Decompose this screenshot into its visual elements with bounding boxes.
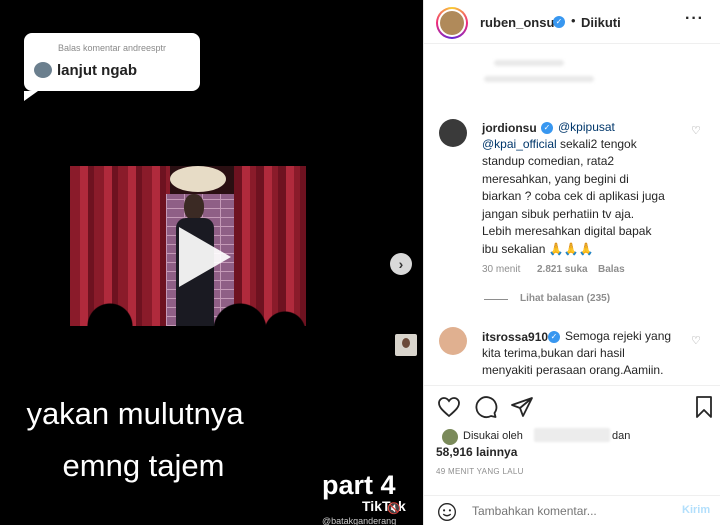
comment-line: biarkan ? coba cek di aplikasi juga [482, 189, 665, 203]
comment-line: jangan sibuk perhatiin tv aja. [482, 207, 635, 221]
liked-by-prefix: Disukai oleh [463, 430, 523, 442]
likes-count[interactable]: 58,916 lainnya [436, 445, 517, 459]
emoji-icon[interactable] [437, 502, 457, 522]
like-comment-heart-icon[interactable]: ♡ [691, 334, 701, 347]
comment-line: @kpai_official sekali2 tengok [482, 136, 637, 154]
heart-icon[interactable] [437, 395, 461, 419]
author-avatar[interactable] [436, 7, 468, 39]
post-header: ruben_onsu ✓ • Diikuti ··· [424, 0, 720, 44]
like-comment-heart-icon[interactable]: ♡ [691, 124, 701, 137]
post-timestamp[interactable]: 49 MENIT YANG LALU [436, 467, 524, 476]
post-actions-bar [424, 385, 720, 429]
comment-mention[interactable]: @kpai_official [482, 137, 557, 151]
post-panel: ruben_onsu ✓ • Diikuti ··· jordionsu ✓ @… [423, 0, 720, 525]
comment-time: 30 menit [482, 264, 521, 275]
comment-text: sekali2 tengok [556, 137, 637, 151]
follow-status-button[interactable]: Diikuti [581, 15, 621, 30]
comment-avatar[interactable] [439, 119, 467, 147]
carousel-dots [196, 517, 210, 525]
blurred-text [484, 76, 594, 82]
post-media[interactable]: Balas komentar andreesptr lanjut ngab ya… [0, 0, 423, 525]
add-comment-bar: Kirim [424, 495, 720, 525]
tiktok-handle: @batakganderang [322, 516, 397, 525]
more-options-icon[interactable]: ··· [685, 10, 704, 28]
bookmark-icon[interactable] [692, 395, 716, 419]
verified-icon: ✓ [541, 122, 553, 134]
replies-divider [484, 299, 508, 300]
blurred-text [494, 60, 564, 66]
comment-line: menyakiti perasaan orang.Aamiin. [482, 363, 664, 377]
comment-line: meresahkan, yang begini di [482, 172, 629, 186]
comment-icon[interactable] [474, 395, 498, 419]
comment-line: ibu sekalian 🙏🙏🙏 [482, 242, 594, 256]
reply-text: lanjut ngab [57, 62, 137, 79]
comment-username[interactable]: jordionsu [482, 121, 537, 135]
view-replies-button[interactable]: Lihat balasan (235) [520, 293, 610, 304]
separator-dot: • [571, 13, 576, 28]
comment-likes[interactable]: 2.821 suka [537, 264, 588, 275]
video-caption-line2: emng tajem [62, 448, 225, 483]
video-caption-line1: yakan mulutnya [26, 396, 244, 431]
comment-line: Semoga rejeki yang [565, 329, 672, 343]
comment-line: Lebih meresahkan digital bapak [482, 224, 652, 238]
comment-avatar[interactable] [439, 327, 467, 355]
club-sign [170, 166, 226, 192]
reply-avatar [34, 62, 52, 78]
audience-silhouettes [70, 282, 306, 326]
reply-to-label: Balas komentar andreesptr [58, 43, 167, 53]
play-icon[interactable] [179, 227, 231, 287]
author-username[interactable]: ruben_onsu [480, 15, 554, 30]
comment-line: standup comedian, rata2 [482, 154, 615, 168]
verified-icon: ✓ [553, 16, 565, 28]
blurred-liker-name [534, 428, 610, 442]
mute-icon[interactable]: 🔇 [387, 502, 401, 516]
next-arrow-icon[interactable]: › [390, 253, 412, 275]
tagged-user-thumbnail[interactable] [395, 334, 417, 356]
reply-bubble: Balas komentar andreesptr lanjut ngab [24, 33, 200, 101]
liked-by-suffix: dan [612, 430, 631, 442]
comment-line: kita terima,bukan dari hasil [482, 346, 625, 360]
share-icon[interactable] [510, 395, 534, 419]
comment-mention[interactable]: @kpipusat [558, 119, 615, 137]
verified-icon: ✓ [548, 331, 560, 343]
liker-avatar[interactable] [442, 429, 458, 445]
reply-button[interactable]: Balas [598, 264, 625, 275]
post-comment-button[interactable]: Kirim [682, 504, 710, 516]
part-label: part 4 [322, 470, 396, 500]
comment-input[interactable] [472, 504, 672, 518]
comment-username[interactable]: itsrossa910 [482, 330, 548, 344]
